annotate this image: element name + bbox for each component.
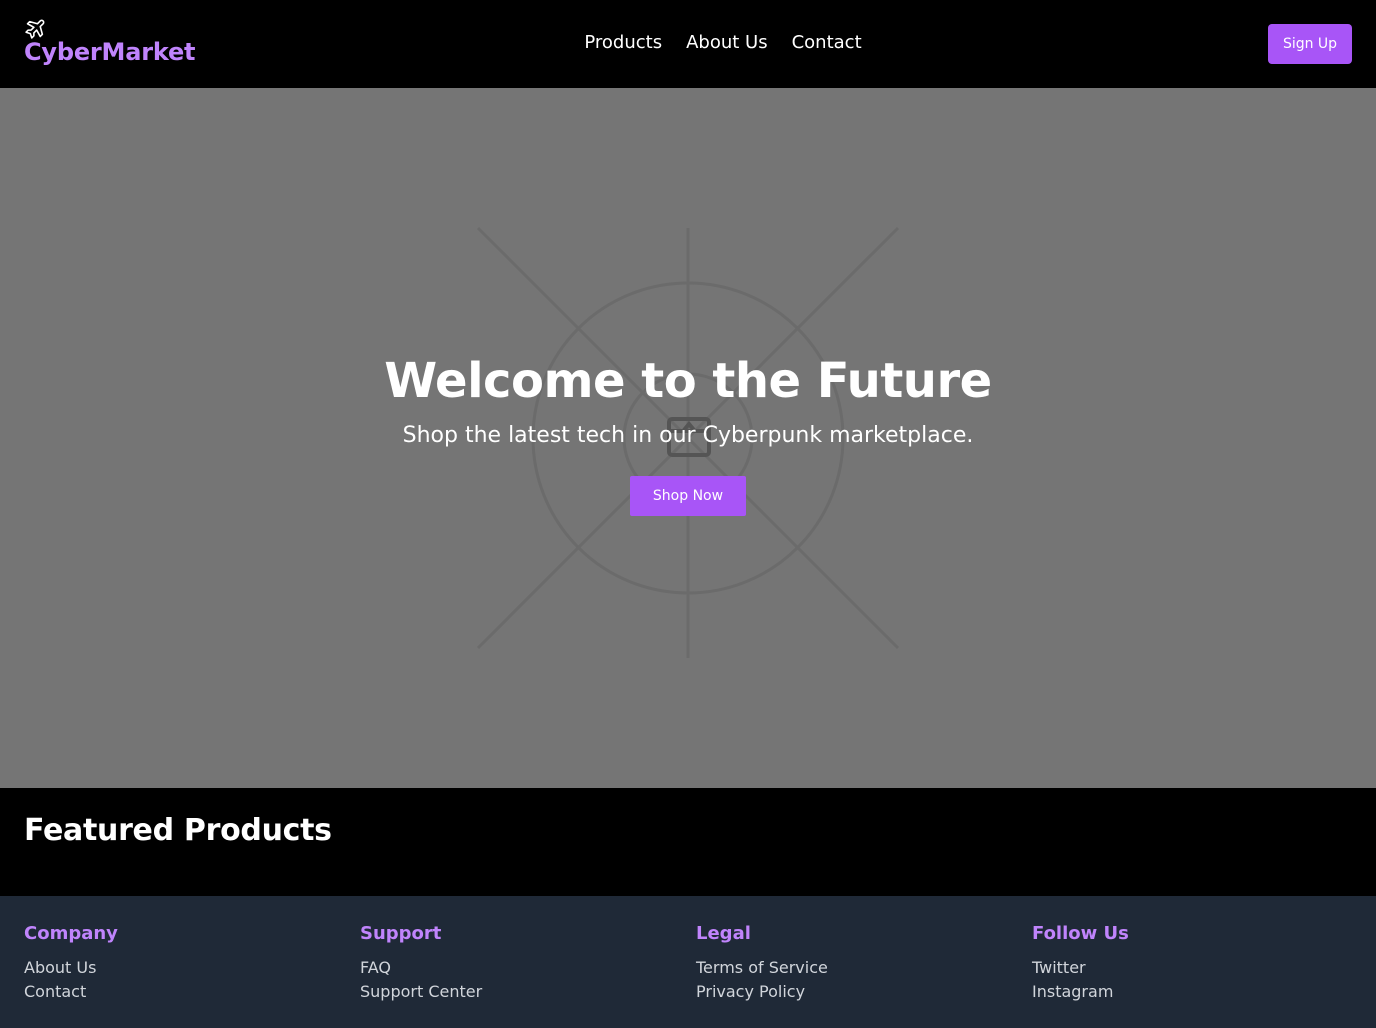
footer-link-privacy-policy[interactable]: Privacy Policy xyxy=(696,980,1032,1004)
site-header: CyberMarket Products About Us Contact Si… xyxy=(0,0,1376,88)
brand-logo-link[interactable]: CyberMarket xyxy=(24,16,196,66)
footer-column-follow-us: Follow Us Twitter Instagram xyxy=(1032,922,1368,1004)
brand-name: CyberMarket xyxy=(24,38,196,66)
footer-link-contact[interactable]: Contact xyxy=(24,980,360,1004)
airplane-icon xyxy=(25,19,45,39)
main-nav: Products About Us Contact xyxy=(0,31,1376,55)
footer-link-instagram[interactable]: Instagram xyxy=(1032,980,1368,1004)
footer-column-title: Company xyxy=(24,923,118,944)
shop-now-button[interactable]: Shop Now xyxy=(630,476,746,516)
featured-products-title: Featured Products xyxy=(24,813,332,848)
footer-column-company: Company About Us Contact xyxy=(24,922,360,1004)
hero-section: Welcome to the Future Shop the latest te… xyxy=(0,88,1376,788)
footer-column-title: Legal xyxy=(696,923,751,944)
footer-link-support-center[interactable]: Support Center xyxy=(360,980,696,1004)
hero-title: Welcome to the Future xyxy=(384,353,992,409)
footer-link-faq[interactable]: FAQ xyxy=(360,956,696,980)
sign-up-button[interactable]: Sign Up xyxy=(1268,24,1352,64)
footer-column-title: Support xyxy=(360,923,442,944)
site-footer: Company About Us Contact Support FAQ Sup… xyxy=(0,896,1376,1028)
nav-link-products[interactable]: Products xyxy=(584,31,662,55)
footer-column-legal: Legal Terms of Service Privacy Policy xyxy=(696,922,1032,1004)
nav-link-contact[interactable]: Contact xyxy=(792,31,862,55)
footer-link-about-us[interactable]: About Us xyxy=(24,956,360,980)
featured-products-section: Featured Products xyxy=(0,788,1376,896)
footer-link-twitter[interactable]: Twitter xyxy=(1032,956,1368,980)
footer-column-support: Support FAQ Support Center xyxy=(360,922,696,1004)
nav-link-about-us[interactable]: About Us xyxy=(686,31,768,55)
footer-link-terms-of-service[interactable]: Terms of Service xyxy=(696,956,1032,980)
footer-column-title: Follow Us xyxy=(1032,923,1129,944)
hero-subtitle: Shop the latest tech in our Cyberpunk ma… xyxy=(402,423,974,448)
